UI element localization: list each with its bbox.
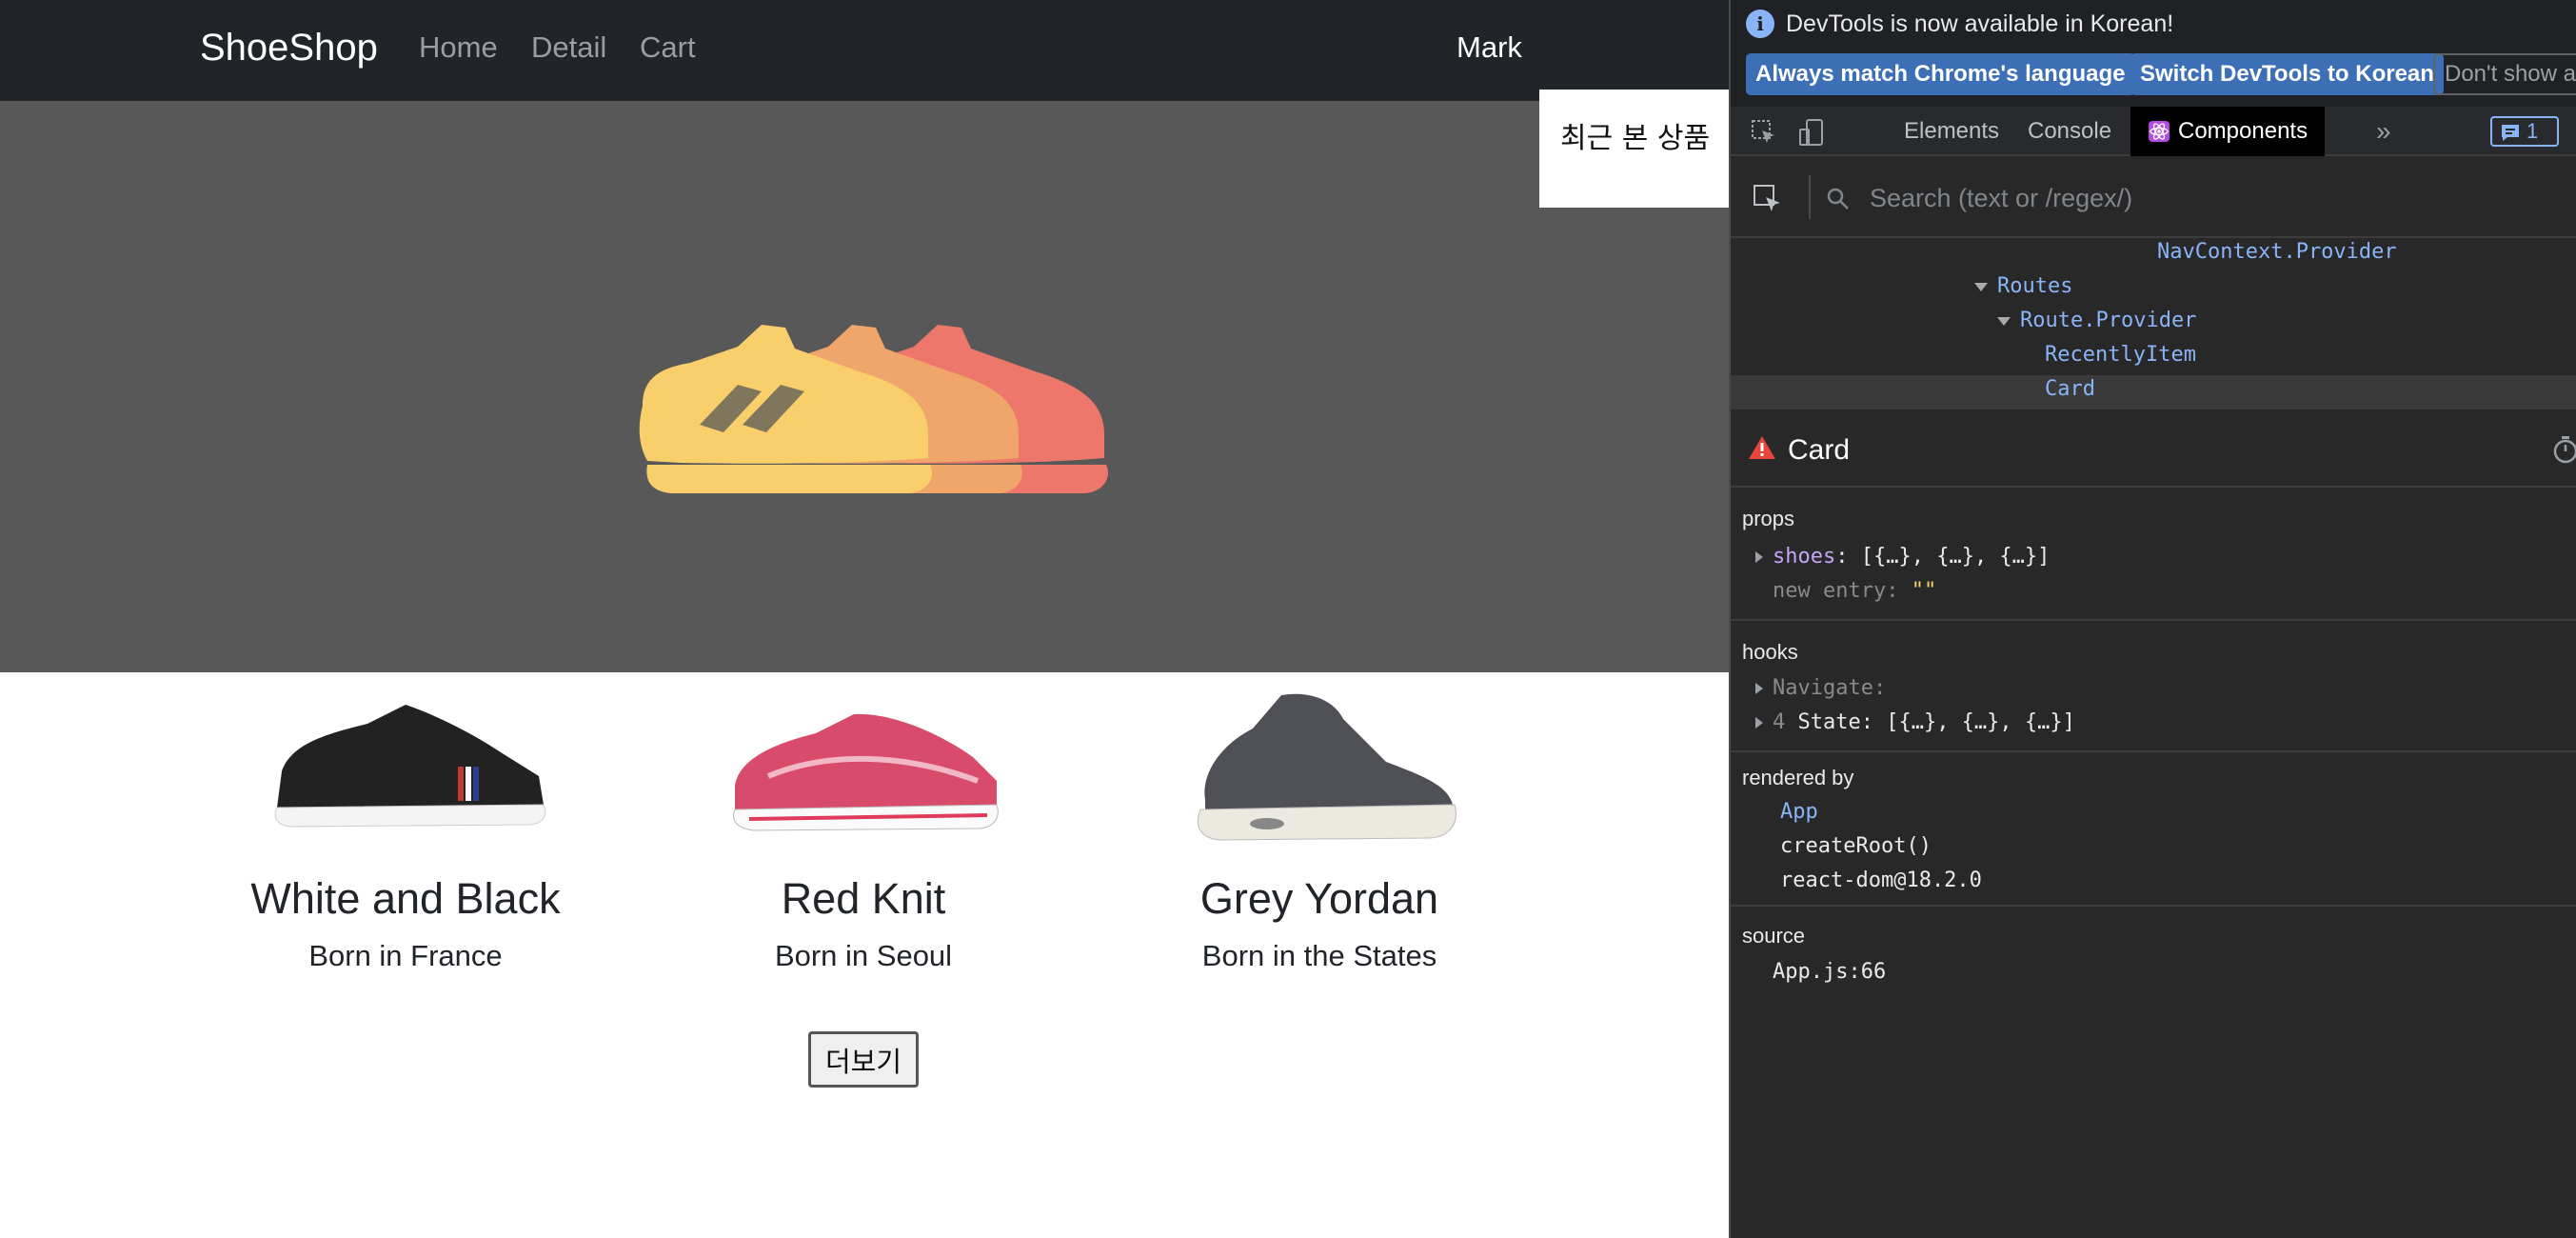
rendered-by-section: rendered by App createRoot() react-dom@1…	[1731, 752, 2576, 907]
search-icon	[1827, 188, 1849, 210]
source-section: source App.js:66	[1731, 907, 2576, 1002]
expand-triangle-icon[interactable]	[1997, 316, 2011, 326]
hook-state[interactable]: 4 State: [{…}, {…}, {…}]	[1755, 710, 2075, 734]
search-input[interactable]	[1870, 179, 2536, 217]
inspect-element-icon[interactable]	[1750, 118, 1778, 147]
stopwatch-icon[interactable]	[2551, 434, 2576, 465]
hook-index: 4	[1773, 710, 1786, 734]
prop-new-entry[interactable]: new entry: ""	[1773, 579, 1936, 603]
product-card[interactable]: Red Knit Born in Seoul	[635, 686, 1092, 973]
tree-node-card[interactable]: Card	[1731, 375, 2576, 409]
more-tabs-chevron-icon[interactable]: »	[2359, 107, 2408, 156]
prop-value: [{…}, {…}, {…}]	[1860, 545, 2051, 569]
shoe-shop-app: ShoeShop Home Detail Cart Mark 최근 본 상품 W…	[0, 0, 1729, 1238]
prop-shoes[interactable]: shoes: [{…}, {…}, {…}]	[1755, 545, 2050, 569]
devtools-panel: i DevTools is now available in Korean! A…	[1729, 0, 2576, 1238]
card-subtitle: Born in Seoul	[774, 939, 953, 972]
dont-show-again-button[interactable]: Don't show a	[2433, 53, 2576, 95]
user-name: Mark	[1456, 30, 1522, 64]
prop-key: new entry	[1773, 579, 1887, 603]
navbar: ShoeShop Home Detail Cart Mark	[0, 0, 1729, 101]
tab-components-label: Components	[2178, 118, 2308, 144]
info-icon: i	[1746, 10, 1774, 38]
nav-detail-link[interactable]: Detail	[531, 30, 606, 65]
rendered-by-app[interactable]: App	[1780, 800, 1818, 824]
warning-icon	[1749, 436, 1775, 459]
hook-navigate[interactable]: Navigate:	[1755, 676, 1886, 700]
devtools-tab-bar: Elements Console Components » 1	[1731, 107, 2576, 156]
owner-name: App	[1780, 800, 1818, 824]
prop-key: shoes	[1773, 545, 1836, 569]
tree-node-routes[interactable]: Routes	[1731, 272, 2576, 307]
black-sneaker-image	[274, 705, 546, 828]
hooks-section: hooks Navigate: 4 State: [{…}, {…}, {…}]	[1731, 621, 2576, 752]
banner-message: DevTools is now available in Korean!	[1786, 10, 2174, 37]
device-toolbar-icon[interactable]	[1797, 118, 1826, 147]
issues-count: 1	[2526, 119, 2539, 143]
select-component-icon[interactable]	[1752, 183, 1784, 215]
tab-components[interactable]: Components	[2130, 107, 2326, 156]
rendered-by-create-root: createRoot()	[1780, 834, 1932, 858]
hero-banner	[0, 101, 1729, 672]
expand-arrow-icon[interactable]	[1755, 551, 1763, 563]
tree-node-label: NavContext.Provider	[2157, 240, 2397, 264]
expand-arrow-icon[interactable]	[1755, 683, 1763, 694]
hook-value: State: [{…}, {…}, {…}]	[1797, 710, 2075, 734]
tab-console[interactable]: Console	[2011, 107, 2129, 156]
selected-component-name: Card	[1788, 434, 1851, 466]
tree-node-label: Route.Provider	[2020, 309, 2197, 332]
inspector-header: Card	[1731, 411, 2576, 488]
props-title: props	[1742, 507, 1795, 530]
tree-node-label: RecentlyItem	[2045, 343, 2196, 367]
product-card[interactable]: White and Black Born in France	[177, 686, 634, 973]
component-search-bar	[1731, 158, 2576, 238]
message-icon	[2502, 125, 2519, 141]
prop-value: ""	[1911, 579, 1937, 603]
card-subtitle: Born in the States	[1201, 939, 1437, 972]
nav-cart-link[interactable]: Cart	[640, 30, 696, 65]
tree-node-label: Routes	[1997, 274, 2073, 298]
component-tree: NavContext.Provider Routes Route.Provide…	[1731, 238, 2576, 409]
tree-node-recently-item[interactable]: RecentlyItem	[1731, 341, 2576, 375]
issues-badge[interactable]: 1	[2490, 116, 2559, 147]
react-logo-icon	[2149, 121, 2170, 142]
recently-viewed-label: 최근 본 상품	[1560, 122, 1711, 155]
rendered-by-react-dom: react-dom@18.2.0	[1780, 869, 1982, 892]
tab-elements[interactable]: Elements	[1887, 107, 2016, 156]
tree-node-label: Card	[2045, 377, 2095, 401]
card-title: Red Knit	[781, 874, 946, 923]
props-section: props shoes: [{…}, {…}, {…}] new entry: …	[1731, 488, 2576, 621]
source-title: source	[1742, 924, 1806, 948]
tree-node-route-provider[interactable]: Route.Provider	[1731, 307, 2576, 341]
expand-arrow-icon[interactable]	[1755, 717, 1763, 729]
expand-triangle-icon[interactable]	[1974, 282, 1988, 291]
product-card[interactable]: Grey Yordan Born in the States	[1091, 686, 1548, 973]
hooks-title: hooks	[1742, 640, 1798, 664]
language-banner: i DevTools is now available in Korean! A…	[1731, 0, 2576, 107]
source-location[interactable]: App.js:66	[1773, 960, 1886, 984]
brand-logo[interactable]: ShoeShop	[200, 27, 378, 70]
card-subtitle: Born in France	[308, 939, 503, 972]
shoes-illustration-icon	[639, 325, 1108, 493]
switch-korean-button[interactable]: Switch DevTools to Korean	[2130, 53, 2444, 95]
match-language-button[interactable]: Always match Chrome's language	[1746, 53, 2135, 95]
rendered-by-title: rendered by	[1742, 766, 1854, 789]
nav-home-link[interactable]: Home	[419, 30, 498, 65]
hook-label: Navigate:	[1773, 676, 1887, 700]
grey-high-top-sneaker-image	[1197, 693, 1456, 841]
tree-node-nav-context-provider[interactable]: NavContext.Provider	[1731, 238, 2576, 272]
load-more-button[interactable]: 더보기	[808, 1031, 919, 1088]
recently-viewed-panel: 최근 본 상품	[1539, 90, 1729, 208]
card-title: White and Black	[250, 874, 561, 923]
search-divider	[1809, 175, 1811, 219]
card-title: Grey Yordan	[1199, 874, 1439, 923]
red-knit-sneaker-image	[733, 713, 999, 831]
